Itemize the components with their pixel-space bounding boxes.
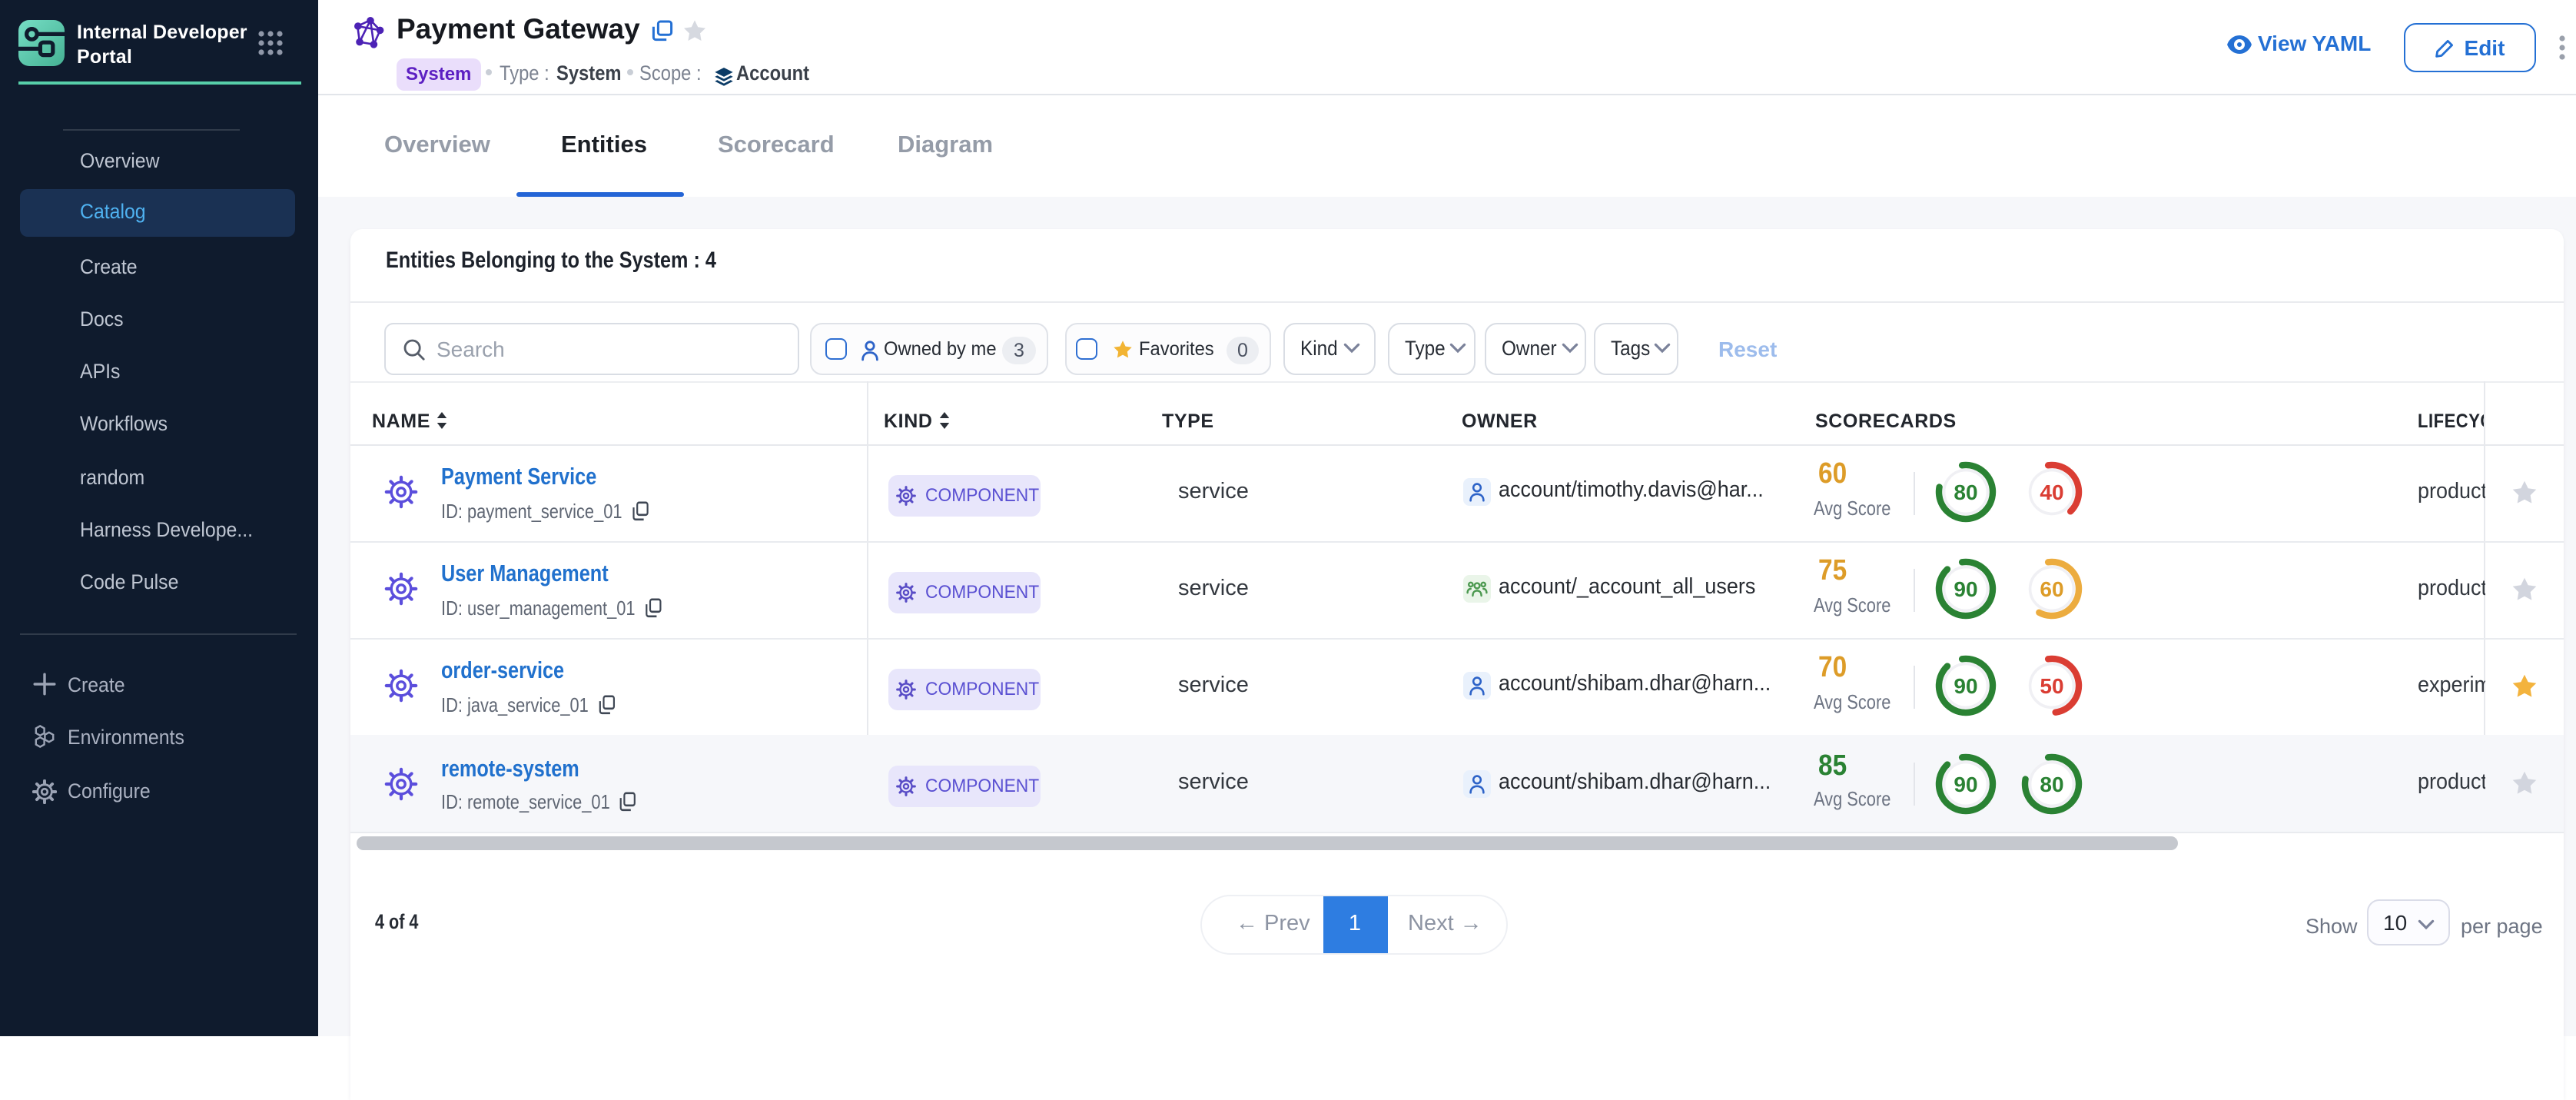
svg-text:90: 90 xyxy=(1954,772,1977,796)
svg-text:90: 90 xyxy=(1954,675,1977,699)
svg-text:60: 60 xyxy=(2040,578,2063,602)
svg-text:40: 40 xyxy=(2040,480,2063,504)
svg-text:50: 50 xyxy=(2040,675,2063,699)
svg-text:90: 90 xyxy=(1954,578,1977,602)
svg-text:80: 80 xyxy=(1954,480,1977,504)
svg-text:80: 80 xyxy=(2040,772,2063,796)
